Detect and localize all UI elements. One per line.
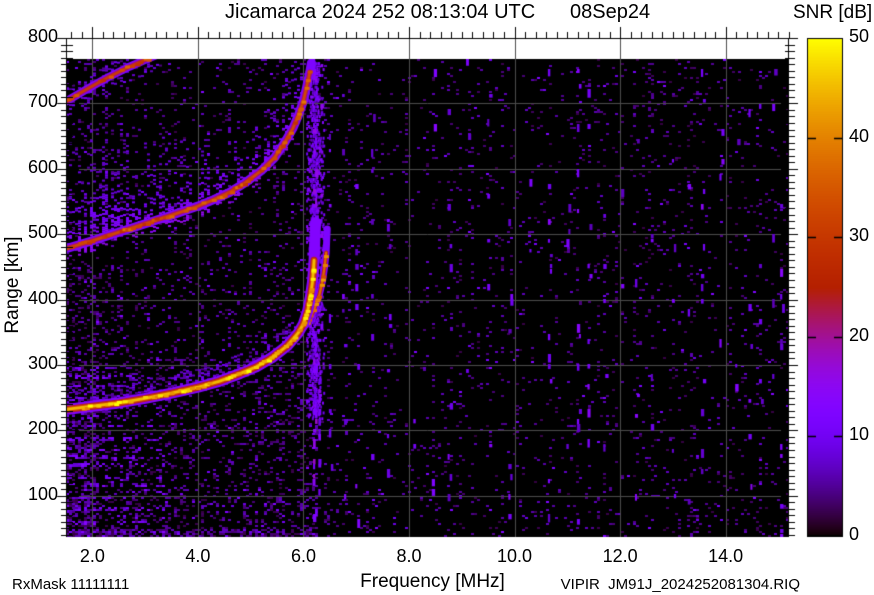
- y-tick-label: 600: [0, 158, 58, 180]
- x-tick-label: 6.0: [263, 547, 343, 566]
- plot-date: 08Sep24: [570, 2, 650, 23]
- colorbar-tick-label: 40: [849, 127, 869, 146]
- y-tick-label: 800: [0, 27, 58, 49]
- x-tick-label: 10.0: [475, 547, 555, 566]
- data-file-label: VIPIR JM91J_2024252081304.RIQ: [555, 577, 800, 593]
- ionogram-plot-canvas: [0, 0, 874, 595]
- x-tick-label: 8.0: [369, 547, 449, 566]
- colorbar-tick-label: 50: [849, 27, 869, 46]
- y-tick-label: 200: [0, 419, 58, 441]
- y-tick-label: 300: [0, 354, 58, 376]
- x-tick-label: 14.0: [686, 547, 766, 566]
- colorbar-tick-label: 30: [849, 226, 869, 245]
- y-tick-label: 500: [0, 223, 58, 245]
- y-axis-title: Range [km]: [3, 236, 23, 333]
- colorbar-tick-label: 20: [849, 326, 869, 345]
- y-tick-label: 100: [0, 485, 58, 507]
- x-tick-label: 4.0: [158, 547, 238, 566]
- colorbar-tick-label: 10: [849, 425, 869, 444]
- plot-title: Jicamarca 2024 252 08:13:04 UTC: [225, 2, 535, 23]
- colorbar-title: SNR [dB]: [793, 3, 871, 23]
- x-tick-label: 12.0: [580, 547, 660, 566]
- y-tick-label: 700: [0, 92, 58, 114]
- rx-mask-label: RxMask 11111111: [12, 577, 129, 593]
- ionogram-figure: Jicamarca 2024 252 08:13:04 UTC 08Sep24 …: [0, 0, 874, 595]
- y-tick-label: 400: [0, 289, 58, 311]
- x-axis-title: Frequency [MHz]: [330, 572, 535, 592]
- colorbar-tick-label: 0: [849, 525, 859, 544]
- x-tick-label: 2.0: [52, 547, 132, 566]
